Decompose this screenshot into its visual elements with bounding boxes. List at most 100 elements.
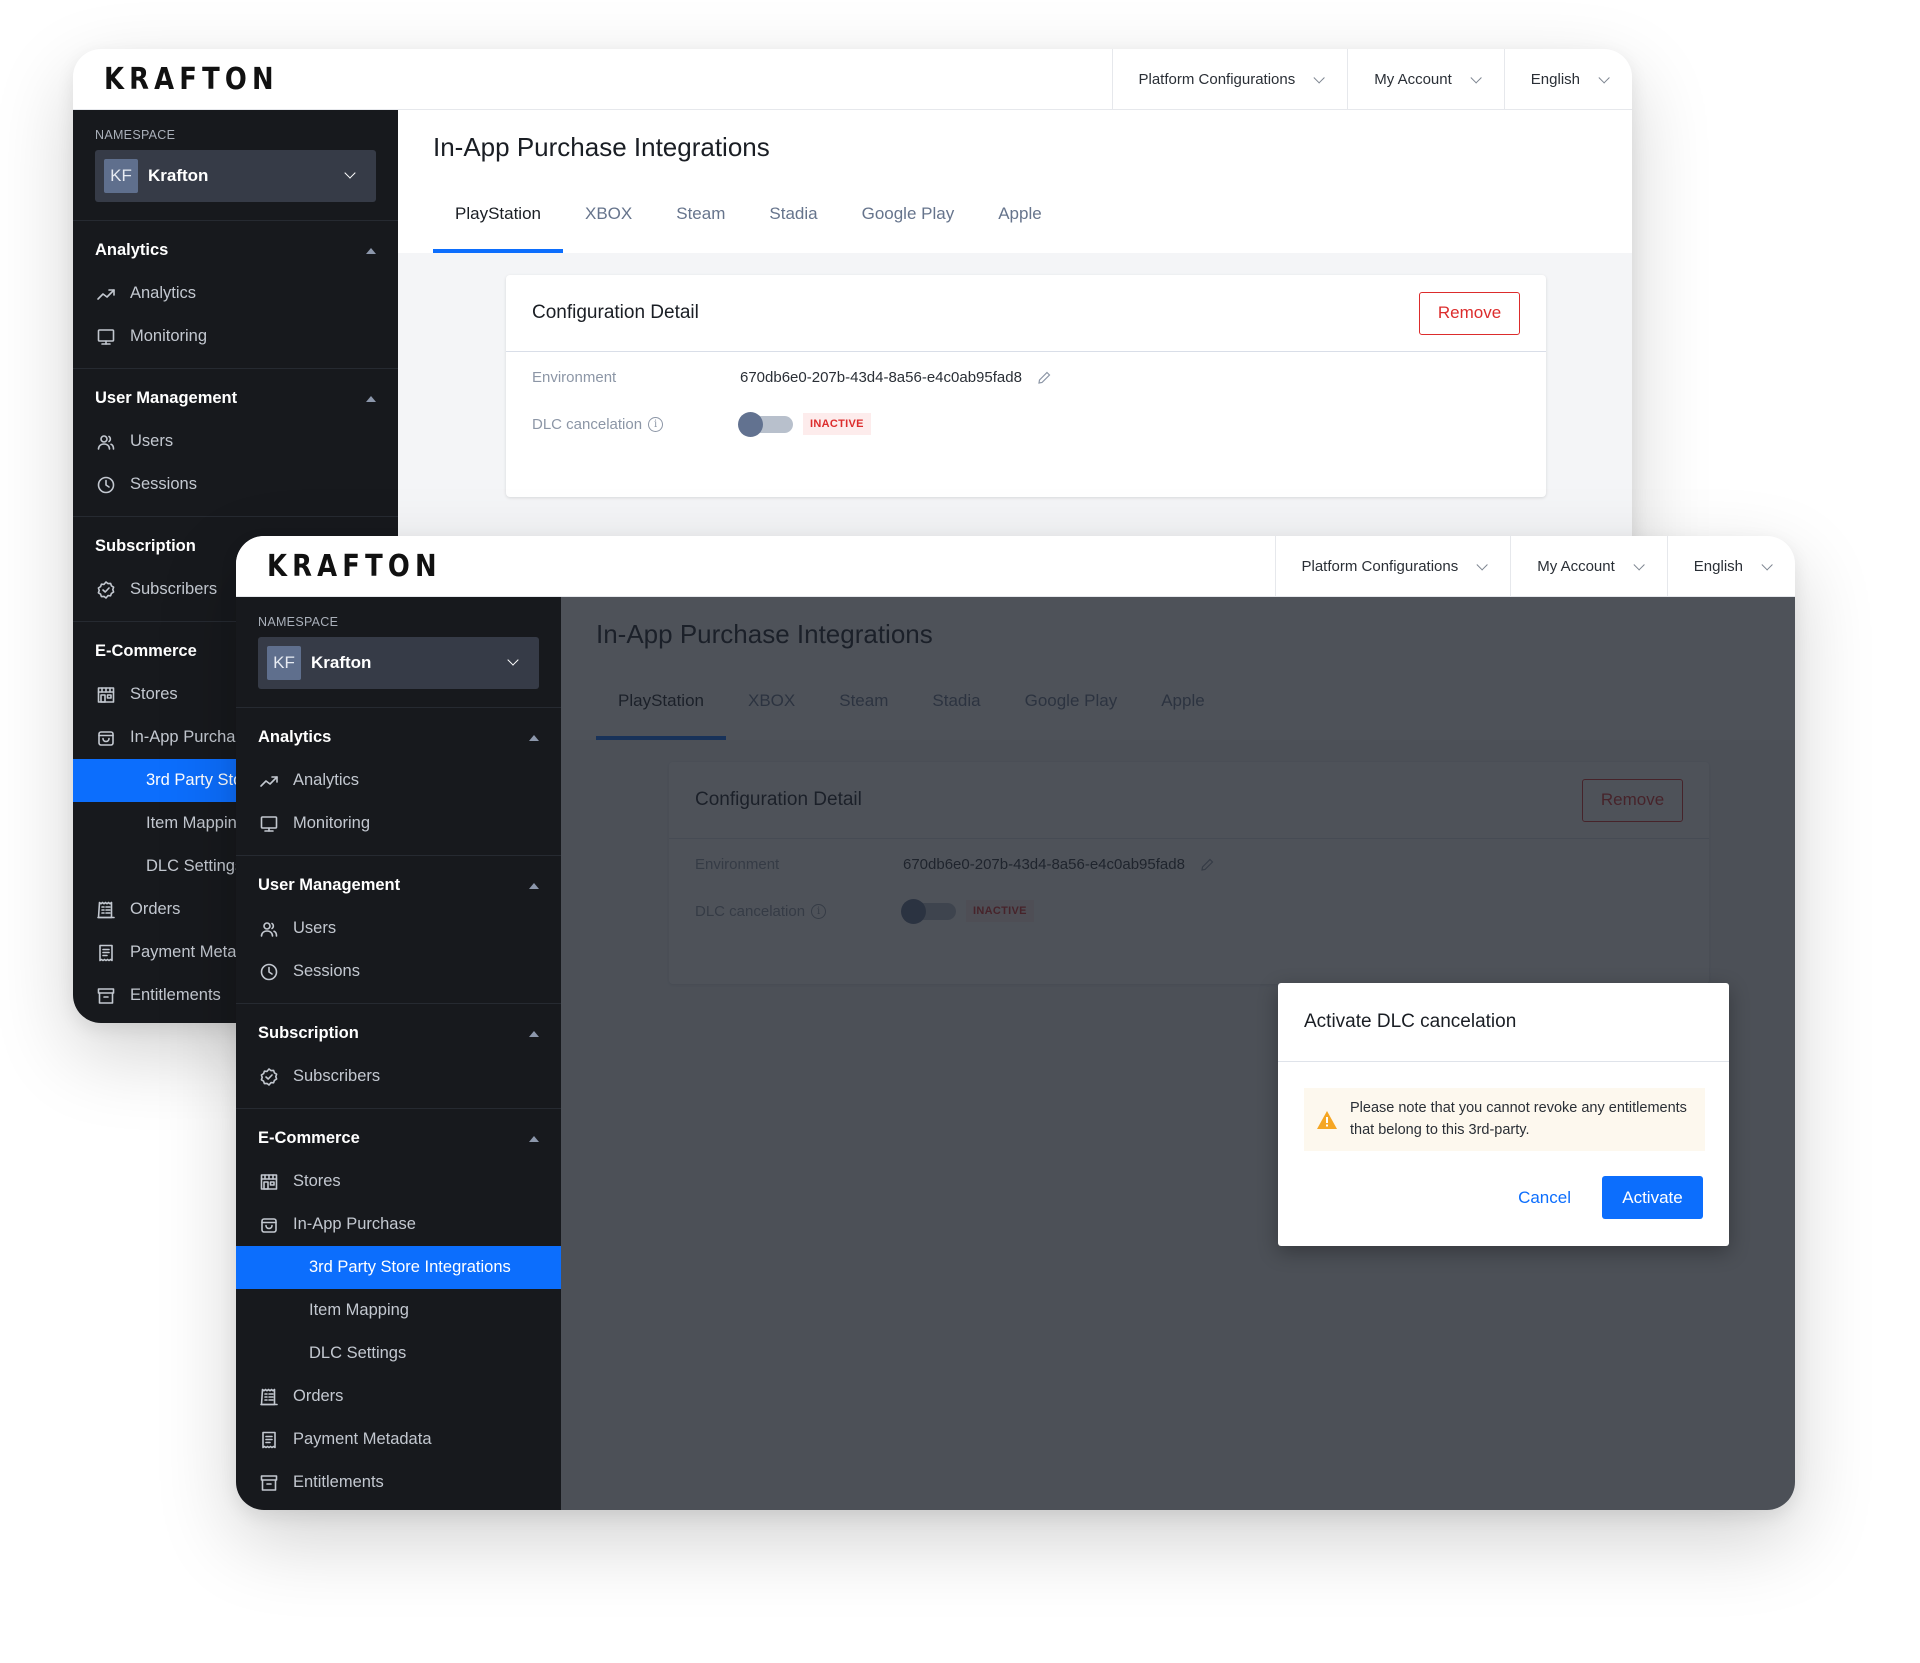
warning-text: Please note that you cannot revoke any e…: [1350, 1100, 1687, 1138]
sidebar-item-item-mapping[interactable]: Item Mapping: [236, 1289, 561, 1332]
users-icon: [258, 918, 279, 939]
tab-playstation[interactable]: PlayStation: [433, 204, 563, 253]
sidebar-item-label: Monitoring: [130, 327, 208, 345]
store-icon: [95, 684, 116, 705]
edit-pencil-icon[interactable]: [1036, 370, 1052, 386]
top-bar: KRAFTON Platform Configurations My Accou…: [236, 536, 1795, 597]
top-nav: Platform Configurations My Account Engli…: [1274, 536, 1796, 597]
namespace-select[interactable]: KF Krafton: [258, 637, 539, 689]
sidebar-section-user-management: User Management Users Sessions: [73, 368, 398, 516]
activate-dlc-modal: Activate DLC cancelation Please note tha…: [1278, 983, 1729, 1246]
sidebar-item-entitlements[interactable]: Entitlements: [236, 1461, 561, 1504]
sidebar-item-label: Item Mapping: [309, 1301, 409, 1319]
platform-configurations-menu[interactable]: Platform Configurations: [1274, 536, 1511, 597]
sidebar-section-header[interactable]: Subscription: [236, 1012, 561, 1055]
chevron-down-icon: [1761, 558, 1773, 571]
sidebar-item-label: 3rd Party Store Integrations: [309, 1258, 511, 1276]
tab-steam[interactable]: Steam: [654, 204, 747, 253]
clock-icon: [258, 961, 279, 982]
sidebar-section-user-management: User Management Users Sessions: [236, 855, 561, 1003]
sidebar-section-header[interactable]: Analytics: [236, 716, 561, 759]
sidebar-item-label: Entitlements: [293, 1473, 384, 1491]
receipt-icon: [258, 1386, 279, 1407]
top-nav: Platform Configurations My Account Engli…: [1111, 49, 1633, 110]
sidebar-item-monitoring[interactable]: Monitoring: [236, 802, 561, 845]
sidebar-item-sessions[interactable]: Sessions: [236, 950, 561, 993]
sidebar-item-label: DLC Settings: [309, 1344, 407, 1362]
language-menu[interactable]: English: [1503, 49, 1632, 110]
info-icon[interactable]: i: [648, 416, 664, 432]
sidebar-item-sessions[interactable]: Sessions: [73, 463, 398, 506]
remove-button[interactable]: Remove: [1419, 291, 1520, 335]
sidebar-section-header[interactable]: Analytics: [73, 229, 398, 272]
sidebar-item-stores[interactable]: Stores: [236, 1160, 561, 1203]
krafton-logo[interactable]: KRAFTON: [104, 62, 279, 97]
sidebar-item-in-app-purchase[interactable]: In-App Purchase: [236, 1203, 561, 1246]
sidebar-item-users[interactable]: Users: [73, 420, 398, 463]
sidebar-item-label: Item Mapping: [146, 814, 246, 832]
platform-tabs: PlayStationXBOXSteamStadiaGoogle PlayApp…: [433, 204, 1064, 253]
sidebar-item-dlc-settings[interactable]: DLC Settings: [236, 1332, 561, 1375]
my-account-menu[interactable]: My Account: [1510, 536, 1667, 597]
sidebar-item-label: Orders: [293, 1387, 344, 1405]
sidebar-item-label: Users: [293, 919, 337, 937]
chevron-down-icon: [1598, 71, 1610, 84]
tab-xbox[interactable]: XBOX: [563, 204, 654, 253]
tab-google-play[interactable]: Google Play: [840, 204, 977, 253]
sidebar-item-3rd-party-store-integrations[interactable]: 3rd Party Store Integrations: [236, 1246, 561, 1289]
card-header: Configuration Detail Remove: [506, 275, 1546, 352]
sidebar-item-subscribers[interactable]: Subscribers: [236, 1055, 561, 1098]
sidebar-item-label: Sessions: [293, 962, 360, 980]
sidebar-item-orders[interactable]: Orders: [236, 1375, 561, 1418]
sidebar-section-subscription: Subscription Subscribers: [236, 1003, 561, 1108]
section-title: Analytics: [95, 241, 169, 259]
chevron-down-icon: [1313, 71, 1326, 84]
namespace-label: NAMESPACE: [258, 615, 339, 629]
sidebar: NAMESPACE KF Krafton Analytics Analytics M…: [236, 597, 561, 1510]
section-title: E-Commerce: [95, 642, 197, 660]
caret-up-icon: [529, 1135, 539, 1142]
sidebar-item-payment-metadata[interactable]: Payment Metadata: [236, 1418, 561, 1461]
modal-actions: Cancel Activate: [1518, 1176, 1703, 1219]
language-menu[interactable]: English: [1666, 536, 1795, 597]
activate-button[interactable]: Activate: [1602, 1176, 1703, 1219]
toggle-knob: [738, 411, 763, 437]
menu-label: My Account: [1374, 71, 1452, 88]
platform-configurations-menu[interactable]: Platform Configurations: [1111, 49, 1348, 110]
environment-value: 670db6e0-207b-43d4-8a56-e4c0ab95fad8: [740, 369, 1022, 386]
content-header: In-App Purchase Integrations PlayStation…: [398, 110, 1632, 253]
modal-backdrop[interactable]: Activate DLC cancelation Please note tha…: [561, 597, 1795, 1510]
trending-up-icon: [258, 770, 279, 791]
sidebar-section-header[interactable]: E-Commerce: [236, 1117, 561, 1160]
menu-label: English: [1530, 71, 1580, 88]
dlc-cancelation-toggle[interactable]: [738, 411, 793, 437]
sidebar-item-label: Sessions: [130, 475, 197, 493]
monitor-icon: [95, 326, 116, 347]
configuration-detail-card: Configuration Detail Remove Environment …: [506, 275, 1546, 497]
caret-up-icon: [366, 247, 376, 254]
namespace-select[interactable]: KF Krafton: [95, 150, 376, 202]
sidebar-section-analytics: Analytics Analytics Monitoring: [236, 707, 561, 855]
receipt-icon: [95, 899, 116, 920]
caret-up-icon: [529, 882, 539, 889]
sidebar-section-header[interactable]: User Management: [236, 864, 561, 907]
sidebar-item-label: Users: [130, 432, 174, 450]
chevron-down-icon: [507, 654, 519, 666]
sidebar-item-analytics[interactable]: Analytics: [236, 759, 561, 802]
my-account-menu[interactable]: My Account: [1347, 49, 1504, 110]
section-title: Subscription: [95, 537, 196, 555]
sidebar-item-users[interactable]: Users: [236, 907, 561, 950]
tab-apple[interactable]: Apple: [976, 204, 1063, 253]
namespace-name: Krafton: [148, 166, 209, 185]
tab-stadia[interactable]: Stadia: [747, 204, 839, 253]
sidebar-item-monitoring[interactable]: Monitoring: [73, 315, 398, 358]
cancel-button[interactable]: Cancel: [1518, 1188, 1571, 1208]
badge-check-icon: [258, 1066, 279, 1087]
krafton-logo[interactable]: KRAFTON: [267, 549, 442, 584]
sidebar-section-header[interactable]: User Management: [73, 377, 398, 420]
dlc-cancelation-row: DLC cancelation i INACTIVE: [532, 411, 871, 437]
archive-icon: [258, 1472, 279, 1493]
document-icon: [95, 942, 116, 963]
sidebar-item-label: Orders: [130, 900, 181, 918]
sidebar-item-analytics[interactable]: Analytics: [73, 272, 398, 315]
